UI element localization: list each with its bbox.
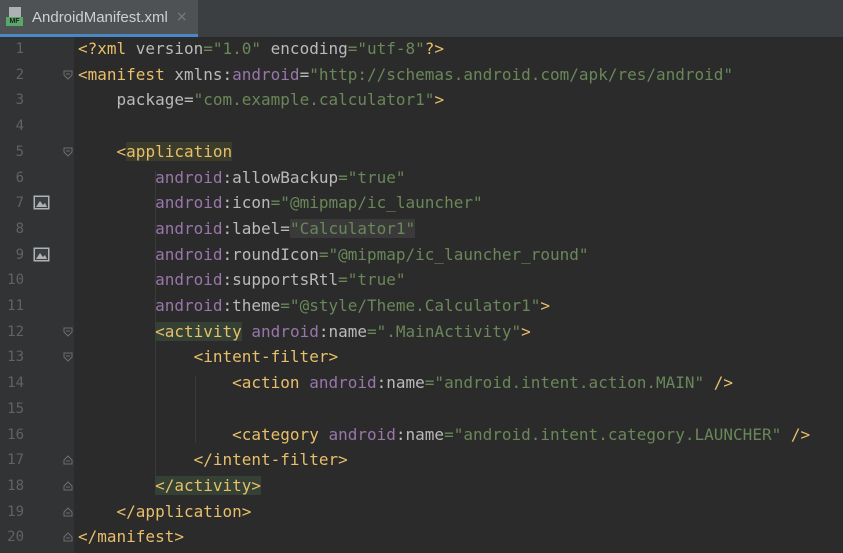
line-number: 20 xyxy=(7,529,24,546)
line-number: 14 xyxy=(7,375,24,392)
close-tab-icon[interactable]: × xyxy=(176,9,188,25)
code-text: </application> xyxy=(116,501,252,521)
code-line[interactable]: 6 android:allowBackup="true" xyxy=(0,165,843,191)
line-number: 17 xyxy=(7,452,24,469)
line-number: 13 xyxy=(7,349,24,366)
code-line[interactable]: 13 <intent-filter> xyxy=(0,344,843,370)
line-number: 3 xyxy=(15,92,24,109)
code-text: <?xml version="1.0" encoding="utf-8"?> xyxy=(78,39,445,58)
code-line[interactable]: 1 <?xml version="1.0" encoding="utf-8"?> xyxy=(0,36,843,62)
line-number: 10 xyxy=(7,272,24,289)
fold-close-icon[interactable] xyxy=(63,532,73,542)
code-text: android:icon="@mipmap/ic_launcher" xyxy=(155,193,483,213)
line-number: 19 xyxy=(7,503,24,520)
code-text: package="com.example.calculator1"> xyxy=(78,90,445,110)
image-preview-icon[interactable] xyxy=(33,247,50,262)
code-text: <action android:name="android.intent.act… xyxy=(232,373,734,393)
code-text: <manifest xmlns:android="http://schemas.… xyxy=(78,64,734,84)
code-line[interactable]: 17 </intent-filter> xyxy=(0,447,843,473)
code-line[interactable]: 20 </manifest> xyxy=(0,524,843,550)
code-text: android:roundIcon="@mipmap/ic_launcher_r… xyxy=(155,244,589,264)
code-text: </activity> xyxy=(155,475,262,495)
line-number: 15 xyxy=(7,400,24,417)
code-text: android:supportsRtl="true" xyxy=(155,270,406,290)
code-line[interactable]: 11 android:theme="@style/Theme.Calculato… xyxy=(0,293,843,319)
code-line[interactable]: 9 android:roundIcon="@mipmap/ic_launcher… xyxy=(0,242,843,268)
fold-close-icon[interactable] xyxy=(63,481,73,491)
image-preview-icon[interactable] xyxy=(33,195,50,210)
line-number: 18 xyxy=(7,477,24,494)
tab-android-manifest[interactable]: MF AndroidManifest.xml × xyxy=(0,0,198,37)
code-line[interactable]: 14 <action android:name="android.intent.… xyxy=(0,370,843,396)
fold-close-icon[interactable] xyxy=(63,455,73,465)
code-line[interactable]: 7 android:icon="@mipmap/ic_launcher" xyxy=(0,190,843,216)
fold-open-icon[interactable] xyxy=(63,327,73,337)
code-text: android:label="Calculator1" xyxy=(155,218,416,238)
code-editor[interactable]: 1 <?xml version="1.0" encoding="utf-8"?> 2… xyxy=(0,37,843,553)
code-text: <activity android:name=".MainActivity"> xyxy=(155,321,531,341)
code-text: android:theme="@style/Theme.Calculator1"… xyxy=(155,296,551,315)
fold-open-icon[interactable] xyxy=(63,70,73,80)
line-number: 6 xyxy=(15,169,24,186)
manifest-file-icon: MF xyxy=(6,7,26,27)
fold-open-icon[interactable] xyxy=(63,147,73,157)
line-number: 16 xyxy=(7,426,24,443)
code-line[interactable]: 12 <activity android:name=".MainActivity… xyxy=(0,319,843,345)
code-line[interactable]: 4 xyxy=(0,113,843,139)
code-text: <category android:name="android.intent.c… xyxy=(232,424,811,444)
code-line[interactable]: 2 <manifest xmlns:android="http://schemas… xyxy=(0,62,843,88)
tab-title: AndroidManifest.xml xyxy=(32,8,168,26)
code-line[interactable]: 16 <category android:name="android.inten… xyxy=(0,422,843,448)
fold-close-icon[interactable] xyxy=(63,506,73,517)
code-line[interactable]: 3 package="com.example.calculator1"> xyxy=(0,87,843,113)
code-line[interactable]: 15 xyxy=(0,396,843,422)
line-number: 5 xyxy=(15,143,24,160)
line-number: 4 xyxy=(15,118,24,135)
code-line[interactable]: 5 <application xyxy=(0,139,843,165)
fold-open-icon[interactable] xyxy=(63,352,73,363)
line-number: 12 xyxy=(7,323,24,340)
code-text: <intent-filter> xyxy=(193,347,339,367)
code-text: </intent-filter> xyxy=(193,450,348,470)
line-number: 11 xyxy=(7,298,24,314)
code-line[interactable]: 18 </activity> xyxy=(0,473,843,499)
line-number: 7 xyxy=(15,195,24,212)
line-number: 9 xyxy=(15,246,24,263)
line-number: 2 xyxy=(15,66,24,83)
code-line[interactable]: 19 </application> xyxy=(0,499,843,525)
line-number: 1 xyxy=(15,41,24,57)
editor-tab-bar: MF AndroidManifest.xml × xyxy=(0,0,843,37)
code-text: </manifest> xyxy=(78,527,184,547)
line-number: 8 xyxy=(15,220,24,237)
code-line[interactable]: 8 android:label="Calculator1" xyxy=(0,216,843,242)
code-text: <application xyxy=(116,141,233,161)
code-line[interactable]: 10 android:supportsRtl="true" xyxy=(0,267,843,293)
code-text: android:allowBackup="true" xyxy=(155,167,406,187)
